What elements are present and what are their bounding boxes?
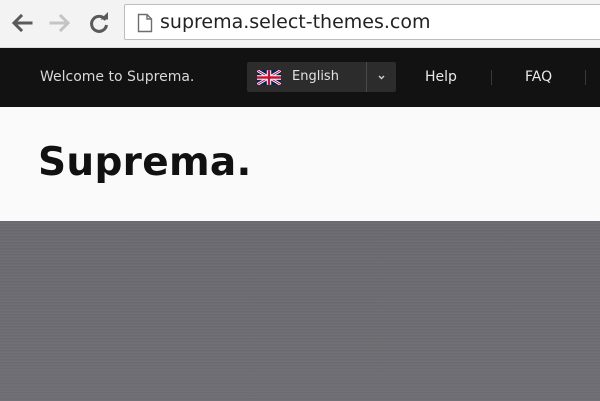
reload-button[interactable] <box>86 10 112 36</box>
back-arrow-icon <box>11 13 33 33</box>
forward-arrow-icon <box>49 13 71 33</box>
link-separator <box>491 70 492 85</box>
help-link[interactable]: Help <box>425 48 457 107</box>
reload-icon <box>90 12 108 33</box>
language-divider <box>366 62 367 92</box>
uk-flag-icon <box>257 70 281 85</box>
page-icon <box>137 13 153 33</box>
link-separator <box>585 70 586 85</box>
back-button[interactable] <box>9 10 35 36</box>
address-bar[interactable]: suprema.select-themes.com <box>124 4 600 40</box>
language-selector[interactable]: English <box>247 62 396 92</box>
hero-banner <box>0 221 600 401</box>
welcome-text: Welcome to Suprema. <box>40 69 195 85</box>
site-header: Suprema. <box>0 107 600 221</box>
chevron-down-icon[interactable] <box>376 72 387 82</box>
top-bar: Welcome to Suprema. English Help FAQ <box>0 48 600 107</box>
language-label: English <box>292 69 339 84</box>
url-text: suprema.select-themes.com <box>160 11 431 33</box>
browser-toolbar: suprema.select-themes.com <box>0 0 600 48</box>
forward-button[interactable] <box>47 10 73 36</box>
site-logo[interactable]: Suprema. <box>38 133 252 193</box>
faq-link[interactable]: FAQ <box>525 48 552 107</box>
